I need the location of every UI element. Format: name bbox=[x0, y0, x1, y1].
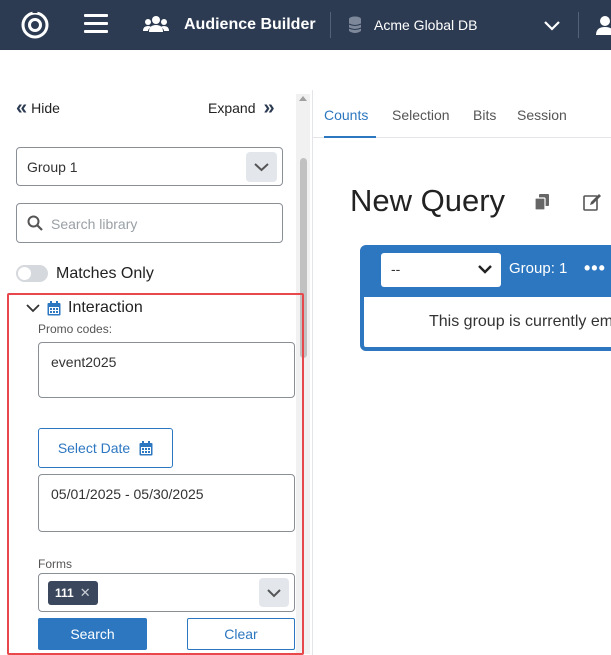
select-date-button[interactable]: Select Date bbox=[38, 428, 173, 468]
chevron-down-icon bbox=[478, 265, 492, 274]
hide-label: Hide bbox=[31, 100, 60, 116]
database-selector[interactable]: Acme Global DB bbox=[374, 17, 477, 33]
chevron-down-icon[interactable] bbox=[543, 17, 561, 33]
interaction-section-header[interactable]: Interaction bbox=[26, 299, 143, 317]
expand-button[interactable]: Expand » bbox=[208, 97, 275, 119]
promo-codes-label: Promo codes: bbox=[38, 322, 113, 336]
tab-bar: Counts Selection Bits Session bbox=[313, 90, 611, 138]
operator-value: -- bbox=[391, 261, 401, 277]
top-bar: Audience Builder Acme Global DB bbox=[0, 0, 611, 50]
logo-icon[interactable] bbox=[19, 9, 51, 41]
search-button[interactable]: Search bbox=[38, 618, 147, 650]
group-select-value: Group 1 bbox=[27, 159, 78, 175]
calendar-icon bbox=[139, 440, 153, 455]
group-select[interactable]: Group 1 bbox=[16, 147, 283, 186]
chevron-down-icon bbox=[26, 304, 40, 313]
group-header: -- Group: 1 ••• bbox=[364, 249, 611, 297]
double-chevron-right-icon: » bbox=[263, 97, 274, 119]
calendar-icon bbox=[47, 300, 61, 315]
select-date-label: Select Date bbox=[57, 440, 131, 456]
copy-icon[interactable] bbox=[534, 193, 552, 211]
app-title: Audience Builder bbox=[184, 16, 316, 33]
tab-counts[interactable]: Counts bbox=[324, 107, 368, 123]
edit-icon[interactable] bbox=[583, 193, 601, 211]
hide-button[interactable]: « Hide bbox=[16, 97, 60, 119]
double-chevron-left-icon: « bbox=[16, 97, 27, 119]
clear-button[interactable]: Clear bbox=[187, 618, 295, 650]
users-icon bbox=[143, 16, 169, 32]
header-divider bbox=[578, 12, 579, 38]
library-panel: « Hide Expand » Group 1 Matches Only bbox=[0, 50, 312, 655]
hamburger-icon[interactable] bbox=[84, 14, 108, 36]
search-icon bbox=[27, 215, 43, 231]
tab-bits[interactable]: Bits bbox=[473, 107, 496, 123]
page-title: New Query bbox=[350, 183, 506, 218]
section-title: Interaction bbox=[68, 299, 143, 316]
tab-session[interactable]: Session bbox=[517, 107, 567, 123]
tab-selection[interactable]: Selection bbox=[392, 107, 450, 123]
library-search[interactable] bbox=[16, 203, 283, 243]
chevron-down-icon[interactable] bbox=[259, 578, 289, 607]
group-label: Group: 1 bbox=[509, 260, 568, 277]
user-icon[interactable] bbox=[594, 14, 611, 36]
more-options-icon[interactable]: ••• bbox=[584, 258, 606, 279]
expand-label: Expand bbox=[208, 100, 256, 116]
group-operator-select[interactable]: -- bbox=[381, 253, 501, 287]
forms-chip: 111 ✕ bbox=[48, 581, 98, 605]
search-input[interactable] bbox=[51, 213, 271, 235]
header-divider bbox=[330, 12, 331, 38]
query-group-card: -- Group: 1 ••• This group is currently … bbox=[360, 245, 611, 351]
database-icon bbox=[348, 16, 362, 33]
empty-group-message: This group is currently empty bbox=[429, 313, 611, 330]
chevron-down-icon[interactable] bbox=[246, 152, 277, 182]
forms-label: Forms bbox=[38, 557, 72, 571]
promo-codes-field[interactable]: event2025 bbox=[38, 342, 295, 398]
matches-only-toggle[interactable] bbox=[16, 265, 48, 282]
scroll-up-arrow[interactable] bbox=[299, 96, 307, 101]
matches-only-label: Matches Only bbox=[56, 265, 154, 282]
panel-divider bbox=[312, 90, 313, 655]
date-range-field[interactable]: 05/01/2025 - 05/30/2025 bbox=[38, 474, 295, 532]
active-tab-indicator bbox=[324, 136, 376, 138]
chip-label: 111 bbox=[55, 586, 74, 600]
forms-select[interactable]: 111 ✕ bbox=[38, 573, 295, 612]
remove-chip-icon[interactable]: ✕ bbox=[80, 585, 91, 601]
